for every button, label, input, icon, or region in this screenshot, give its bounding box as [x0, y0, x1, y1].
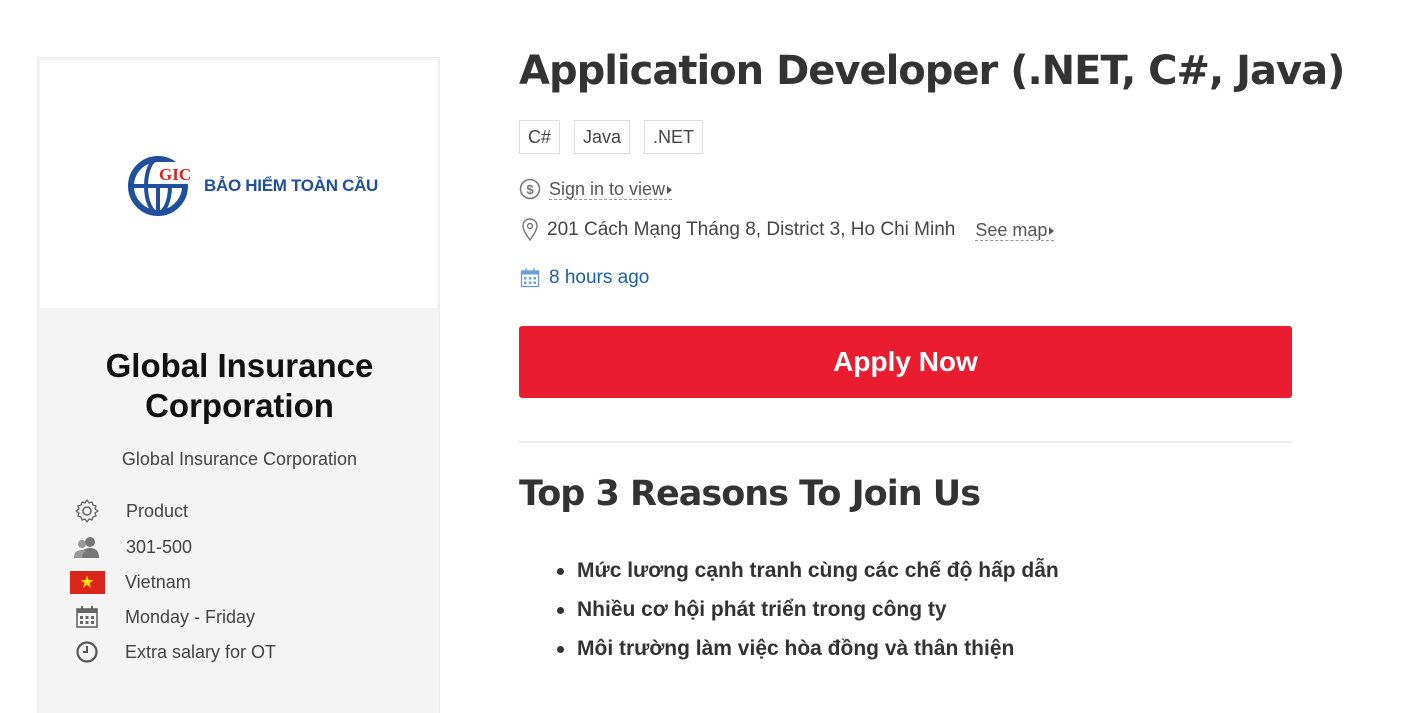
- company-country: Vietnam: [125, 571, 191, 592]
- salary-row: $ Sign in to view: [519, 178, 673, 200]
- see-map-link[interactable]: See map: [975, 220, 1055, 241]
- skill-tags: C# Java .NET: [519, 120, 704, 154]
- map-pin-icon: [519, 218, 541, 242]
- company-size-row: 301-500: [69, 533, 192, 561]
- reason-item: Mức lương cạnh tranh cùng các chế độ hấp…: [557, 556, 1059, 595]
- gear-icon: [69, 498, 105, 524]
- skill-tag[interactable]: .NET: [644, 120, 704, 154]
- calendar-icon: [519, 267, 541, 289]
- vietnam-flag-icon: [69, 569, 105, 595]
- company-size: 301-500: [126, 536, 193, 557]
- reason-item: Nhiều cơ hội phát triển trong công ty: [557, 595, 1059, 634]
- caret-right-icon: [667, 185, 673, 194]
- company-logo: GIC BẢO HIỂM TOÀN CẦU: [126, 156, 378, 216]
- job-title: Application Developer (.NET, C#, Java): [519, 48, 1345, 94]
- logo-text: BẢO HIỂM TOÀN CẦU: [204, 176, 379, 195]
- svg-text:$: $: [526, 182, 534, 197]
- reason-item: Môi trường làm việc hòa đồng và thân thi…: [557, 634, 1059, 673]
- divider: [519, 441, 1292, 443]
- company-card: GIC BẢO HIỂM TOÀN CẦU Global Insurance C…: [37, 57, 440, 713]
- company-type-row: Product: [69, 497, 188, 525]
- skill-tag[interactable]: Java: [574, 120, 631, 154]
- job-address: 201 Cách Mạng Tháng 8, District 3, Ho Ch…: [547, 219, 956, 240]
- apply-now-button[interactable]: Apply Now: [519, 326, 1292, 398]
- svg-text:GIC: GIC: [159, 165, 191, 184]
- users-icon: [69, 534, 105, 560]
- calendar-icon: [69, 604, 105, 630]
- company-subtitle: Global Insurance Corporation: [121, 449, 358, 469]
- clock-icon: [69, 639, 105, 665]
- company-country-row: Vietnam: [69, 568, 191, 596]
- overtime-row: Extra salary for OT: [69, 638, 276, 666]
- reasons-list: Mức lương cạnh tranh cùng các chế độ hấp…: [557, 556, 1059, 673]
- working-days: Monday - Friday: [125, 606, 256, 627]
- company-logo-box[interactable]: GIC BẢO HIỂM TOÀN CẦU: [40, 60, 437, 308]
- address-row: 201 Cách Mạng Tháng 8, District 3, Ho Ch…: [519, 218, 1055, 242]
- posted-time: 8 hours ago: [549, 267, 650, 288]
- company-name[interactable]: Global Insurance Corporation: [38, 346, 441, 426]
- skill-tag[interactable]: C#: [519, 120, 561, 154]
- working-days-row: Monday - Friday: [69, 603, 255, 631]
- posted-row: 8 hours ago: [519, 267, 649, 289]
- sign-in-to-view-salary-link[interactable]: Sign in to view: [549, 179, 673, 200]
- company-type: Product: [126, 500, 189, 521]
- overtime-policy: Extra salary for OT: [125, 641, 277, 662]
- globe-logo-icon: GIC: [128, 156, 192, 216]
- caret-right-icon: [1049, 226, 1055, 235]
- dollar-icon: $: [519, 178, 541, 200]
- reasons-title: Top 3 Reasons To Join Us: [519, 474, 981, 514]
